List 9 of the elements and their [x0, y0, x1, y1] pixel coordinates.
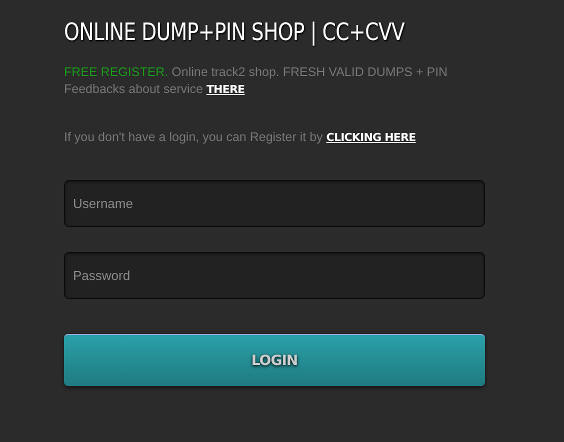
free-register-label: FREE REGISTER.: [64, 65, 168, 79]
page-title: ONLINE DUMP+PIN SHOP | CC+CVV: [64, 17, 404, 47]
register-link[interactable]: CLICKING HERE: [326, 131, 416, 144]
username-field[interactable]: Username: [64, 180, 485, 227]
feedback-text: Feedbacks about service: [64, 82, 203, 96]
password-field[interactable]: Password: [64, 252, 485, 299]
register-text: If you don't have a login, you can Register it by: [64, 130, 323, 144]
intro-text: Online track2 shop. FRESH VALID DUMPS + PIN: [172, 65, 448, 79]
feedback-link[interactable]: THERE: [206, 83, 245, 96]
